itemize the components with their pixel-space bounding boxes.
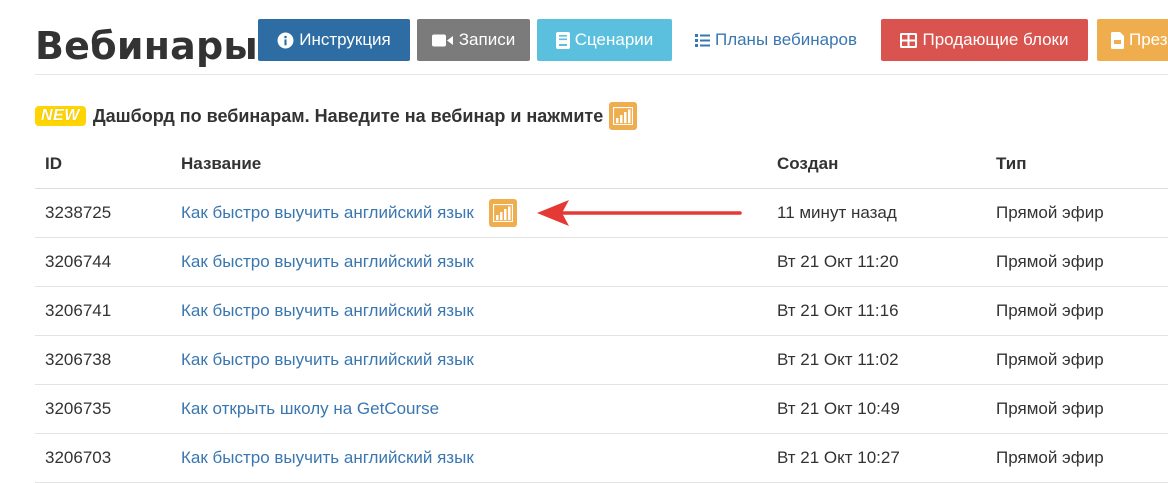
webinar-name-cell: Как быстро выучить английский язык	[181, 434, 474, 482]
webinar-name-link[interactable]: Как быстро выучить английский язык	[181, 350, 474, 370]
info-circle-icon	[277, 32, 294, 49]
webinar-type: Прямой эфир	[996, 448, 1104, 467]
table-row[interactable]: 3206741 Как быстро выучить английский яз…	[35, 287, 1168, 336]
webinar-id: 3238725	[45, 203, 112, 222]
webinars-table: ID Название Создан Тип 3238725 Как быстр…	[35, 140, 1168, 483]
webinar-created: Вт 21 Окт 11:02	[777, 350, 899, 369]
webinar-name-cell: Как быстро выучить английский язык	[181, 336, 474, 384]
webinar-name-link[interactable]: Как открыть школу на GetCourse	[181, 399, 439, 419]
webinar-name-cell: Как быстро выучить английский язык	[181, 287, 474, 335]
page-title: Вебинары	[35, 24, 258, 68]
table-header: ID Название Создан Тип	[35, 140, 1168, 189]
webinar-id: 3206741	[45, 301, 112, 320]
book-icon	[555, 31, 570, 49]
webinar-plans-label: Планы вебинаров	[714, 30, 858, 49]
presentations-label: През	[1129, 30, 1168, 49]
table-row[interactable]: 3206735 Как открыть школу на GetCourse В…	[35, 385, 1168, 434]
new-badge: NEW	[35, 106, 86, 126]
webinar-type: Прямой эфир	[996, 399, 1104, 418]
webinar-name-link[interactable]: Как быстро выучить английский язык	[181, 301, 474, 321]
webinar-name-link[interactable]: Как быстро выучить английский язык	[181, 448, 474, 468]
webinar-created: Вт 21 Окт 10:27	[777, 448, 900, 467]
toolbar: Инструкция Записи Сценарии Планы вебинар…	[258, 19, 1168, 61]
bar-chart-icon[interactable]	[488, 199, 517, 227]
webinar-name-cell: Как быстро выучить английский язык	[181, 189, 517, 237]
webinar-id: 3206744	[45, 252, 112, 271]
file-icon	[1111, 31, 1124, 49]
webinar-id: 3206735	[45, 399, 112, 418]
bar-chart-icon	[609, 102, 638, 130]
video-camera-icon	[431, 33, 454, 48]
webinar-id: 3206703	[45, 448, 112, 467]
presentations-button[interactable]: През	[1097, 19, 1168, 61]
webinar-created: 11 минут назад	[777, 203, 897, 222]
red-arrow-icon	[537, 200, 742, 226]
selling-blocks-label: Продающие блоки	[922, 30, 1069, 49]
scenarios-button[interactable]: Сценарии	[537, 19, 672, 61]
webinar-name-cell: Как открыть школу на GetCourse	[181, 385, 439, 433]
column-header-id: ID	[45, 154, 62, 173]
table-row[interactable]: 3206744 Как быстро выучить английский яз…	[35, 238, 1168, 287]
instruction-button[interactable]: Инструкция	[258, 19, 410, 61]
column-header-created: Создан	[777, 154, 839, 173]
webinar-type: Прямой эфир	[996, 252, 1104, 271]
webinar-name-cell: Как быстро выучить английский язык	[181, 238, 474, 286]
webinar-created: Вт 21 Окт 10:49	[777, 399, 900, 418]
list-icon	[694, 33, 710, 47]
column-header-type: Тип	[996, 154, 1027, 173]
webinar-created: Вт 21 Окт 11:16	[777, 301, 899, 320]
webinar-name-link[interactable]: Как быстро выучить английский язык	[181, 252, 474, 272]
recordings-button[interactable]: Записи	[417, 19, 530, 61]
column-header-name: Название	[181, 154, 262, 173]
webinar-type: Прямой эфир	[996, 203, 1104, 222]
table-row[interactable]: 3206738 Как быстро выучить английский яз…	[35, 336, 1168, 385]
table-grid-icon	[900, 32, 918, 48]
notice-text: Дашборд по вебинарам. Наведите на вебина…	[92, 105, 604, 126]
webinar-type: Прямой эфир	[996, 301, 1104, 320]
scenarios-label: Сценарии	[574, 30, 654, 49]
webinar-created: Вт 21 Окт 11:20	[777, 252, 899, 271]
table-row[interactable]: 3206703 Как быстро выучить английский яз…	[35, 434, 1168, 483]
webinar-plans-button[interactable]: Планы вебинаров	[681, 19, 871, 61]
header-divider	[35, 74, 1168, 75]
instruction-label: Инструкция	[299, 30, 391, 49]
webinar-type: Прямой эфир	[996, 350, 1104, 369]
dashboard-notice: NEW Дашборд по вебинарам. Наведите на ве…	[35, 102, 638, 130]
webinar-id: 3206738	[45, 350, 112, 369]
selling-blocks-button[interactable]: Продающие блоки	[881, 19, 1088, 61]
webinar-name-link[interactable]: Как быстро выучить английский язык	[181, 203, 474, 223]
recordings-label: Записи	[458, 30, 516, 49]
